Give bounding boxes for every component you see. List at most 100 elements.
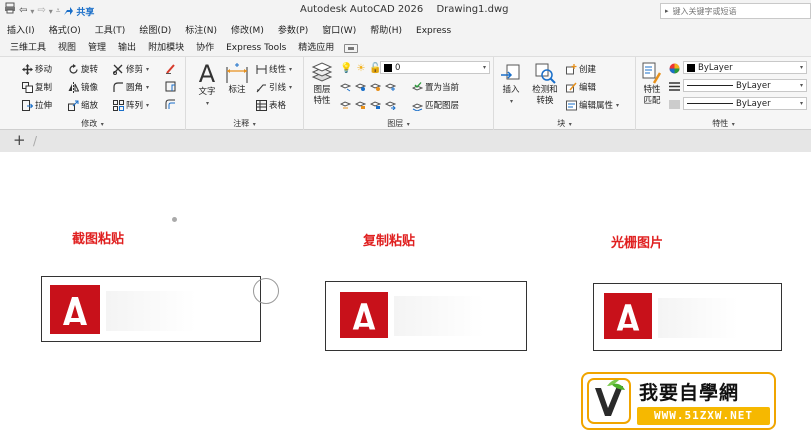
- panel-annotation-label[interactable]: 注释 ▾: [186, 118, 303, 129]
- match-properties-button[interactable]: 特性 匹配: [638, 61, 666, 107]
- lineweight-dropdown[interactable]: ByLayer ▾: [683, 97, 807, 110]
- pasted-image-blur: [658, 298, 738, 338]
- menu-tools[interactable]: 工具(T): [88, 22, 133, 40]
- layer-walk-icon[interactable]: [340, 99, 351, 110]
- create-block-button[interactable]: 创建: [566, 63, 596, 75]
- fillet-button[interactable]: 圆角 ▾: [113, 81, 149, 93]
- menu-dimension[interactable]: 标注(N): [178, 22, 224, 40]
- linear-dropdown-icon[interactable]: ▾: [289, 66, 292, 73]
- watermark-badge-icon: [587, 378, 631, 424]
- layer-unisolate-icon[interactable]: [355, 81, 366, 92]
- insert-block-dropdown-icon[interactable]: ▾: [510, 96, 513, 107]
- panel-properties-label[interactable]: 特性 ▾: [636, 118, 811, 129]
- drawing-canvas[interactable]: 截图粘贴 复制粘贴 光栅图片 我要自學網 WWW.51ZXW.NET: [0, 152, 811, 446]
- layer-on-icon[interactable]: 💡: [340, 63, 352, 74]
- menu-insert[interactable]: 插入(I): [0, 22, 42, 40]
- offset-button[interactable]: [165, 99, 176, 110]
- linear-label: 线性: [269, 65, 287, 75]
- layer-lock-tool-icon[interactable]: [355, 99, 366, 110]
- layer-off-icon[interactable]: [370, 81, 381, 92]
- scale-label: 缩放: [81, 101, 99, 111]
- panel-block-label[interactable]: 块 ▾: [494, 118, 635, 129]
- ribbon-minimize-icon[interactable]: [344, 43, 359, 53]
- rotate-button[interactable]: 旋转: [68, 63, 98, 75]
- tab-featured-apps[interactable]: 精选应用: [292, 40, 340, 56]
- match-layer-button[interactable]: 匹配图层: [412, 99, 459, 111]
- trim-dropdown-icon[interactable]: ▾: [146, 66, 149, 73]
- layer-unlock-tool-icon[interactable]: [370, 99, 381, 110]
- share-button[interactable]: 共享: [63, 5, 94, 18]
- tab-addins[interactable]: 附加模块: [142, 40, 190, 56]
- erase-button[interactable]: [165, 63, 176, 74]
- tab-collaborate[interactable]: 协作: [190, 40, 220, 56]
- new-drawing-button[interactable]: +: [13, 132, 26, 148]
- layer-freeze-tool-icon[interactable]: [385, 81, 396, 92]
- search-box[interactable]: ▸: [660, 3, 811, 19]
- watermark-url: WWW.51ZXW.NET: [637, 407, 770, 425]
- pasted-screenshot-frame[interactable]: [41, 276, 261, 342]
- tab-express-tools[interactable]: Express Tools: [220, 40, 292, 56]
- search-input[interactable]: [672, 6, 793, 16]
- layer-freeze-icon[interactable]: ☀: [356, 63, 365, 74]
- tab-3d-tools[interactable]: 三维工具: [4, 40, 52, 56]
- menu-window[interactable]: 窗口(W): [315, 22, 363, 40]
- color-dropdown-value: ByLayer: [698, 62, 733, 73]
- menu-express[interactable]: Express: [409, 22, 458, 40]
- raster-image-frame[interactable]: [593, 283, 782, 351]
- edit-attributes-dropdown-icon[interactable]: ▾: [616, 102, 619, 109]
- stretch-button[interactable]: 拉伸: [22, 99, 52, 111]
- array-dropdown-icon[interactable]: ▾: [146, 102, 149, 109]
- edit-block-button[interactable]: 编辑: [566, 81, 596, 93]
- fillet-dropdown-icon[interactable]: ▾: [146, 84, 149, 91]
- undo-dropdown-icon[interactable]: ▾: [30, 7, 34, 16]
- mirror-button[interactable]: 镜像: [68, 81, 98, 93]
- pasted-copy-frame[interactable]: [325, 281, 527, 351]
- linetype-dropdown[interactable]: ByLayer ▾: [683, 79, 807, 92]
- layer-change-icon[interactable]: [385, 99, 396, 110]
- layer-dropdown[interactable]: 0 ▾: [380, 61, 490, 74]
- tab-view[interactable]: 视图: [52, 40, 82, 56]
- linear-button[interactable]: 线性 ▾: [256, 63, 292, 75]
- leader-dropdown-icon[interactable]: ▾: [289, 84, 292, 91]
- lineweight-dropdown-value: ByLayer: [736, 98, 771, 109]
- dimension-button[interactable]: 标注: [224, 61, 250, 96]
- quick-access-toolbar: ⇦ ▾ ⇨ ▾ ⩡ 共享: [4, 2, 94, 20]
- menu-format[interactable]: 格式(O): [42, 22, 88, 40]
- array-label: 阵列: [126, 101, 144, 111]
- redo-dropdown-icon[interactable]: ▾: [49, 7, 53, 16]
- move-button[interactable]: 移动: [22, 63, 52, 75]
- text-button[interactable]: A 文字 ▾: [196, 61, 218, 109]
- tab-output[interactable]: 输出: [112, 40, 142, 56]
- explode-button[interactable]: [165, 81, 176, 92]
- scale-button[interactable]: 缩放: [68, 99, 98, 111]
- edit-attributes-button[interactable]: 编辑属性 ▾: [566, 99, 619, 111]
- panel-layers-label[interactable]: 图层 ▾: [304, 118, 493, 129]
- set-current-button[interactable]: 置为当前: [412, 81, 459, 93]
- menu-help[interactable]: 帮助(H): [363, 22, 409, 40]
- trim-button[interactable]: 修剪 ▾: [113, 63, 149, 75]
- print-icon[interactable]: [4, 2, 16, 20]
- copy-button[interactable]: 复制: [22, 81, 52, 93]
- customize-qat-icon[interactable]: ⩡: [56, 6, 61, 16]
- rotate-icon: [69, 63, 78, 74]
- array-button[interactable]: 阵列 ▾: [113, 99, 149, 111]
- menu-modify[interactable]: 修改(M): [224, 22, 271, 40]
- redo-icon[interactable]: ⇨: [37, 3, 45, 19]
- tab-manage[interactable]: 管理: [82, 40, 112, 56]
- text-dropdown-icon[interactable]: ▾: [206, 98, 209, 109]
- layer-properties-button[interactable]: 图层 特性: [308, 61, 336, 107]
- linetype-dropdown-arrow-icon: ▾: [799, 82, 803, 89]
- layer-isolate-icon[interactable]: [340, 81, 351, 92]
- menu-parametric[interactable]: 参数(P): [271, 22, 315, 40]
- undo-icon[interactable]: ⇦: [19, 3, 27, 19]
- detect-convert-button[interactable]: 检测和 转换: [528, 61, 562, 107]
- create-block-label: 创建: [579, 65, 597, 75]
- leader-label: 引线: [269, 83, 287, 93]
- panel-modify-label[interactable]: 修改 ▾: [0, 118, 185, 129]
- edit-block-icon: [566, 82, 577, 92]
- insert-block-button[interactable]: 插入 ▾: [496, 61, 526, 107]
- leader-button[interactable]: 引线 ▾: [256, 81, 292, 93]
- menu-draw[interactable]: 绘图(D): [132, 22, 178, 40]
- table-button[interactable]: 表格: [256, 99, 286, 111]
- color-dropdown[interactable]: ByLayer ▾: [683, 61, 807, 74]
